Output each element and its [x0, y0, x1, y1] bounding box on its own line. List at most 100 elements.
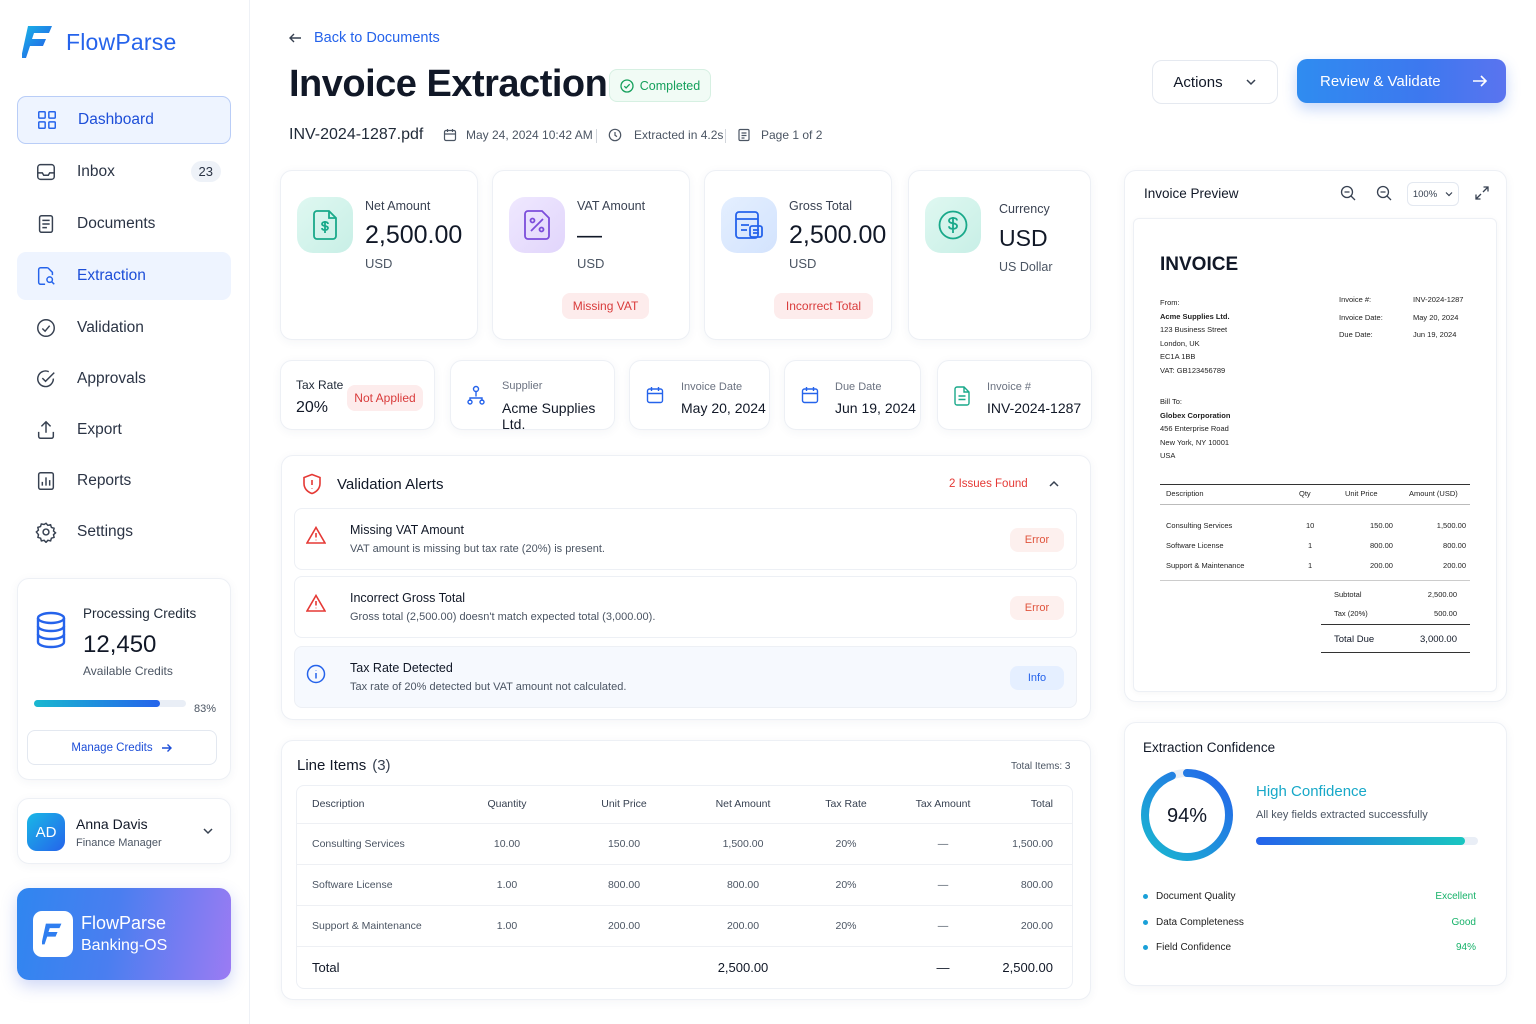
brand-logo[interactable]: FlowParse — [22, 22, 176, 62]
credits-percent: 83% — [194, 703, 217, 715]
billto-line: Globex Corporation — [1160, 410, 1231, 420]
column-header: Net Amount — [715, 797, 771, 810]
credits-progress-fill — [34, 700, 161, 707]
confidence-item-field-confidence: Field Confidence — [1143, 942, 1231, 953]
bullet-dot — [1143, 945, 1148, 950]
sidebar-item-documents[interactable]: Documents — [17, 200, 231, 248]
cell-description: Support & Maintenance — [296, 904, 446, 946]
meta-key: Due Date: — [1339, 330, 1373, 339]
flowparse-logo-icon — [42, 923, 62, 945]
zoom-out-icon[interactable] — [1376, 185, 1392, 201]
cell-net-amount: 1,500.00 — [680, 822, 806, 864]
invoice-preview-panel: Invoice Preview 100% INVOICE From: Acme … — [1124, 170, 1507, 702]
from-line: Acme Supplies Ltd. — [1160, 311, 1230, 321]
sidebar-item-dashboard[interactable]: Dashboard — [17, 96, 231, 144]
review-validate-button[interactable]: Review & Validate — [1297, 59, 1506, 103]
confidence-item-label: Field Confidence — [1156, 942, 1232, 953]
field-label: Due Date — [835, 381, 882, 393]
total-due-value: 3,000.00 — [1420, 634, 1457, 645]
sidebar-item-reports[interactable]: Reports — [17, 457, 231, 505]
alert-item-missing-vat[interactable]: Missing VAT Amount VAT amount is missing… — [294, 508, 1077, 570]
table-row[interactable]: Software License 1.00 800.00 800.00 20% … — [296, 863, 1073, 905]
billto-line: 456 Enterprise Road — [1160, 424, 1229, 433]
sidebar-item-inbox[interactable]: Inbox 23 — [17, 148, 231, 196]
chevron-down-icon[interactable] — [202, 825, 214, 837]
not-applied-badge: Not Applied — [347, 385, 423, 411]
inv-col-header: Unit Price — [1345, 489, 1378, 498]
field-label: Invoice Date — [681, 381, 743, 393]
cell-empty — [446, 945, 568, 988]
chevron-up-icon[interactable] — [1048, 478, 1060, 490]
calendar-icon — [443, 129, 457, 142]
column-header: Tax Amount — [915, 797, 971, 810]
invoice-line-row: Support & Maintenance 1 200.00 200.00 — [1166, 556, 1470, 576]
inv-cell: Software License — [1166, 541, 1224, 550]
line-items-heading: Line Items (3) — [297, 757, 391, 774]
review-validate-label: Review & Validate — [1320, 72, 1441, 90]
field-card-supplier: Supplier Acme Supplies Ltd. — [450, 360, 615, 432]
inv-col-header: Description — [1166, 489, 1204, 498]
file-search-icon — [37, 267, 55, 285]
metric-unit: USD — [365, 256, 393, 271]
billto-label: Bill To: — [1160, 397, 1182, 406]
column-header: Quantity — [487, 797, 527, 810]
cell-quantity: 1.00 — [446, 863, 568, 905]
bullet-dot — [1143, 894, 1148, 899]
upload-icon — [37, 420, 55, 439]
cell-tax-rate: 20% — [806, 863, 886, 905]
table-row[interactable]: Consulting Services 10.00 150.00 1,500.0… — [296, 822, 1073, 864]
manage-credits-button[interactable]: Manage Credits — [27, 730, 217, 765]
alert-description: Tax rate of 20% detected but VAT amount … — [350, 681, 627, 693]
info-circle-icon — [306, 664, 326, 684]
user-profile-card[interactable]: AD Anna Davis Finance Manager — [17, 798, 231, 864]
credits-title: Processing Credits — [83, 606, 197, 621]
invoice-document[interactable]: INVOICE From: Acme Supplies Ltd. 123 Bus… — [1133, 218, 1497, 692]
table-row[interactable]: Support & Maintenance 1.00 200.00 200.00… — [296, 904, 1073, 946]
inv-cell: 800.00 — [1443, 541, 1466, 550]
zoom-in-icon[interactable] — [1340, 185, 1356, 201]
metric-unit: USD — [577, 256, 605, 271]
product-promo-card[interactable]: FlowParse Banking-OS — [17, 888, 231, 980]
metric-label: Gross Total — [789, 199, 852, 213]
expand-icon[interactable] — [1475, 186, 1489, 200]
cell-tax-rate: 20% — [806, 822, 886, 864]
total-amount: 2,500.00 — [1000, 945, 1073, 988]
sidebar-item-export[interactable]: Export — [17, 406, 231, 454]
sidebar-item-settings[interactable]: Settings — [17, 508, 231, 556]
meta-key: Invoice #: — [1339, 295, 1372, 304]
invoice-line-items: Consulting Services 10 150.00 1,500.00 S… — [1166, 516, 1470, 576]
invoice-line-row: Consulting Services 10 150.00 1,500.00 — [1166, 516, 1470, 536]
back-link[interactable]: Back to Documents — [288, 30, 440, 46]
cell-tax-rate: 20% — [806, 904, 886, 946]
inv-cell: 200.00 — [1443, 561, 1466, 570]
metric-value: 2,500.00 — [365, 221, 463, 249]
inv-cell: 150.00 — [1370, 521, 1393, 530]
field-value: INV-2024-1287 — [987, 400, 1082, 416]
alert-item-incorrect-gross-total[interactable]: Incorrect Gross Total Gross total (2,500… — [294, 576, 1077, 638]
actions-label: Actions — [1173, 73, 1223, 91]
promo-logo — [33, 911, 73, 957]
sidebar-item-validation[interactable]: Validation — [17, 304, 231, 352]
metric-value: 2,500.00 — [789, 221, 887, 249]
alert-item-tax-rate-detected[interactable]: Tax Rate Detected Tax rate of 20% detect… — [294, 646, 1077, 708]
zoom-select[interactable]: 100% — [1407, 182, 1459, 206]
field-label: Invoice # — [987, 381, 1032, 393]
dollar-document-icon — [313, 210, 337, 240]
inv-cell: 1 — [1308, 561, 1313, 570]
actions-dropdown[interactable]: Actions — [1152, 60, 1278, 104]
cell-unit-price: 150.00 — [568, 822, 680, 864]
divider — [596, 129, 597, 143]
sidebar-item-approvals[interactable]: Approvals — [17, 355, 231, 403]
gear-icon — [35, 522, 57, 543]
metric-unit: USD — [789, 256, 817, 271]
billto-line: USA — [1160, 451, 1176, 460]
sidebar-item-label: Export — [77, 421, 122, 438]
sidebar-item-extraction[interactable]: Extraction — [17, 252, 231, 300]
confidence-percent: 94% — [1166, 805, 1208, 827]
table-header-row: Description Quantity Unit Price Net Amou… — [296, 785, 1073, 823]
avatar: AD — [27, 813, 65, 851]
dollar-circle-icon — [938, 210, 968, 240]
total-label: Total — [296, 945, 446, 988]
metric-icon-bg — [925, 197, 981, 253]
invoice-total-icon — [735, 211, 763, 239]
